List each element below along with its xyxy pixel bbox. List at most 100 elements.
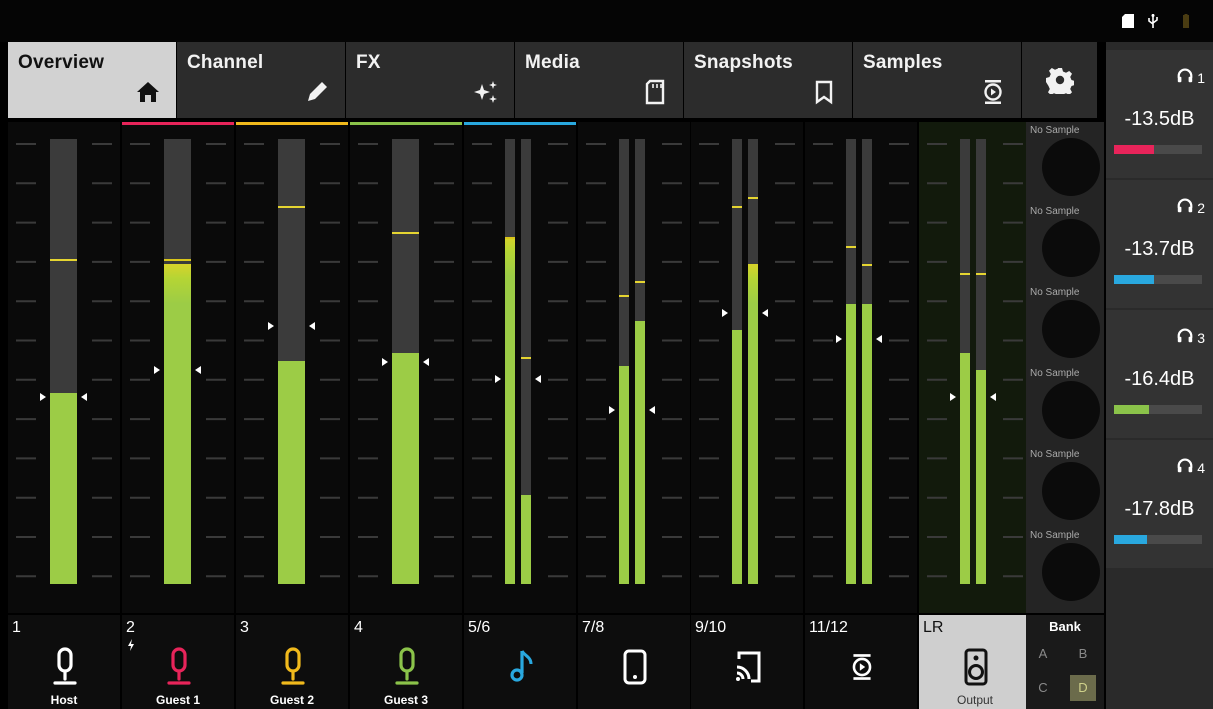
meter-fill [392, 353, 419, 584]
level-meter [846, 139, 856, 584]
meter-fill [846, 304, 856, 584]
peak-marker [505, 237, 515, 239]
headphone-mix-3[interactable]: 3 -16.4dB [1106, 310, 1213, 438]
sample-pad[interactable]: No Sample [1026, 284, 1104, 366]
status-bar [0, 0, 1213, 42]
sample-pad-button[interactable] [1042, 138, 1100, 196]
channel-name: Guest 3 [383, 693, 428, 707]
headphone-mix-1[interactable]: 1 -13.5dB [1106, 50, 1213, 178]
channel-button[interactable]: 3 Guest 2 [236, 615, 348, 709]
channel-strip [236, 122, 348, 613]
channel-button[interactable]: 1 Host [8, 615, 120, 709]
tab-snapshots[interactable]: Snapshots [684, 42, 853, 118]
fader-handle[interactable] [495, 375, 501, 383]
channel-button[interactable]: 7/8 [578, 615, 690, 709]
usb-icon [1148, 14, 1158, 28]
bank-button-a[interactable]: A [1030, 641, 1056, 667]
channel-button[interactable]: 5/6 [464, 615, 576, 709]
channel-number: 1 [12, 619, 21, 636]
channel-button[interactable]: 9/10 [691, 615, 803, 709]
fader-handle[interactable] [535, 375, 541, 383]
bank-button-d[interactable]: D [1070, 675, 1096, 701]
sample-pad-button[interactable] [1042, 300, 1100, 358]
phone-icon [620, 647, 650, 687]
level-meter [50, 139, 77, 584]
sample-pad-label: No Sample [1030, 530, 1080, 541]
sample-pad[interactable]: No Sample [1026, 527, 1104, 609]
sample-pad-button[interactable] [1042, 381, 1100, 439]
microphone-icon [164, 647, 194, 687]
tab-label: Samples [863, 52, 943, 73]
fader-handle[interactable] [40, 393, 46, 401]
sample-pad-button[interactable] [1042, 219, 1100, 277]
fader-handle[interactable] [990, 393, 996, 401]
tab-channel[interactable]: Channel [177, 42, 346, 118]
fader-handle[interactable] [309, 322, 315, 330]
channel-number: 4 [354, 619, 363, 636]
channel-button[interactable]: LR Output [919, 615, 1031, 709]
fader-handle[interactable] [423, 358, 429, 366]
music-note-icon [506, 647, 536, 687]
headphone-mix-4[interactable]: 4 -17.8dB [1106, 440, 1213, 568]
sample-pad[interactable]: No Sample [1026, 203, 1104, 285]
headphone-level-bar [1114, 275, 1202, 284]
fader-handle[interactable] [950, 393, 956, 401]
level-meter [976, 139, 986, 584]
settings-tab[interactable] [1022, 42, 1098, 118]
headphone-mixes: 1 -13.5dB 2 -13.7dB 3 -16.4dB 4 -17.8dB [1106, 42, 1213, 709]
headphone-index: 1 [1197, 69, 1205, 86]
fader-handle[interactable] [195, 366, 201, 374]
sample-pad-button[interactable] [1042, 543, 1100, 601]
fader-handle[interactable] [722, 309, 728, 317]
sample-pad-label: No Sample [1030, 287, 1080, 298]
mixer-area [8, 122, 1031, 613]
tab-fx[interactable]: FX [346, 42, 515, 118]
headphone-level: -16.4dB [1124, 368, 1195, 390]
meter-fill [278, 361, 305, 584]
fader-handle[interactable] [649, 406, 655, 414]
channel-button[interactable]: 11/12 [805, 615, 917, 709]
microphone-icon [392, 647, 422, 687]
peak-marker [50, 259, 77, 261]
sample-pad[interactable]: No Sample [1026, 122, 1104, 204]
headphones-icon [1176, 326, 1194, 349]
headphone-mix-2[interactable]: 2 -13.7dB [1106, 180, 1213, 308]
fader-handle[interactable] [268, 322, 274, 330]
tab-label: Media [525, 52, 580, 73]
cast-icon [733, 647, 763, 687]
fader-handle[interactable] [762, 309, 768, 317]
fader-handle[interactable] [382, 358, 388, 366]
sample-pad[interactable]: No Sample [1026, 365, 1104, 447]
tab-media[interactable]: Media [515, 42, 684, 118]
headphones-icon [1176, 456, 1194, 479]
channel-button[interactable]: 4 Guest 3 [350, 615, 462, 709]
channel-number: 7/8 [582, 619, 605, 636]
fader-scale [927, 143, 1023, 578]
fader-handle[interactable] [876, 335, 882, 343]
meter-fill [635, 321, 645, 584]
headphones-icon [1176, 66, 1194, 89]
bank-button-c[interactable]: C [1030, 675, 1056, 701]
fader-handle[interactable] [81, 393, 87, 401]
sample-pad[interactable]: No Sample [1026, 446, 1104, 528]
level-meter [164, 139, 191, 584]
sample-pad-label: No Sample [1030, 125, 1080, 136]
headphone-index: 4 [1197, 459, 1205, 476]
meter-fill [164, 264, 191, 584]
fader-handle[interactable] [836, 335, 842, 343]
meter-fill [505, 237, 515, 584]
headphone-header: 2 [1176, 196, 1205, 219]
tab-label: Snapshots [694, 52, 793, 73]
bank-button-b[interactable]: B [1070, 641, 1096, 667]
sample-pad-button[interactable] [1042, 462, 1100, 520]
fader-handle[interactable] [609, 406, 615, 414]
peak-marker [862, 264, 872, 266]
channel-button[interactable]: 2 Guest 1 [122, 615, 234, 709]
tab-samples[interactable]: Samples [853, 42, 1022, 118]
level-meter [748, 139, 758, 584]
fader-handle[interactable] [154, 366, 160, 374]
channel-name: Output [956, 693, 994, 707]
tab-overview[interactable]: Overview [8, 42, 177, 118]
channel-number: LR [923, 619, 944, 636]
headphone-level: -13.7dB [1124, 238, 1195, 260]
